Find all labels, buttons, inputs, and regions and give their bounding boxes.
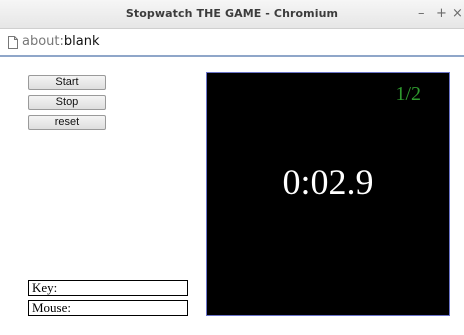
window-title: Stopwatch THE GAME - Chromium: [125, 7, 339, 20]
minimize-button[interactable]: –: [418, 6, 425, 21]
close-button[interactable]: ×: [452, 6, 463, 21]
maximize-button[interactable]: +: [436, 6, 447, 21]
mouse-display: Mouse:: [28, 300, 188, 316]
level-indicator: 1/2: [395, 83, 421, 105]
game-canvas[interactable]: 1/2 0:02.9: [206, 72, 450, 316]
stopwatch-timer: 0:02.9: [282, 162, 374, 202]
stop-button[interactable]: Stop: [28, 95, 106, 110]
window-titlebar: Stopwatch THE GAME - Chromium – + ×: [0, 0, 464, 29]
url-host: blank: [63, 34, 100, 49]
page-icon: [8, 36, 18, 49]
address-bar[interactable]: about:blank: [0, 29, 464, 57]
url-text[interactable]: about:blank: [22, 34, 100, 49]
start-button[interactable]: Start: [28, 75, 106, 90]
url-scheme: about:: [22, 34, 64, 49]
reset-button[interactable]: reset: [28, 115, 106, 130]
key-display: Key:: [28, 280, 188, 296]
